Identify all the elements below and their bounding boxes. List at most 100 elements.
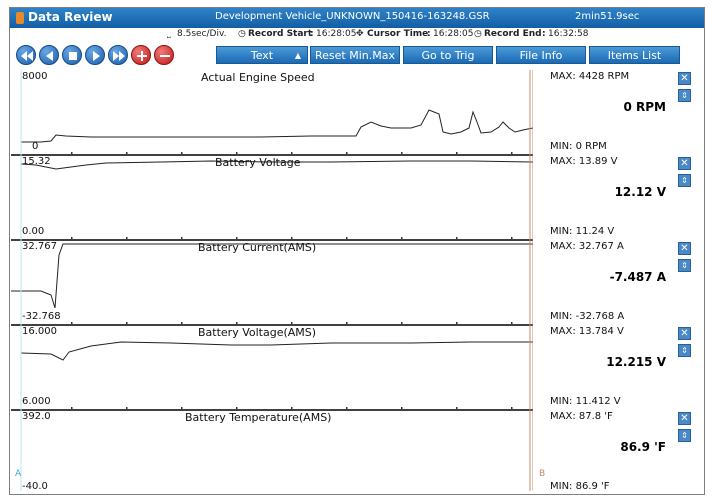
- stop-icon: [69, 52, 77, 60]
- close-panel-icon[interactable]: ✕: [678, 242, 691, 255]
- tick-mark: [346, 407, 348, 409]
- close-panel-icon[interactable]: ✕: [678, 412, 691, 425]
- tick-mark: [511, 237, 513, 239]
- axis-min-label: -32.768: [22, 311, 61, 322]
- tick-mark: [126, 407, 128, 409]
- reorder-panel-icon[interactable]: ⇕: [678, 89, 691, 102]
- close-panel-icon[interactable]: ✕: [678, 327, 691, 340]
- tick-mark: [236, 152, 238, 154]
- reorder-panel-icon[interactable]: ⇕: [678, 429, 691, 442]
- signal-plot-area[interactable]: [11, 70, 533, 491]
- clock-icon: ◷: [238, 29, 246, 39]
- double-right-icon: [113, 51, 125, 61]
- record-end-colon: :: [542, 29, 546, 39]
- tick-mark: [511, 407, 513, 409]
- tick-mark: [401, 407, 403, 409]
- go-to-trig-button[interactable]: Go to Trig: [403, 46, 493, 64]
- tick-mark: [181, 407, 183, 409]
- tick-mark: [71, 237, 73, 239]
- tick-mark: [511, 322, 513, 324]
- stat-current-value: 12.12 V: [614, 185, 666, 199]
- tick-mark: [126, 152, 128, 154]
- stat-min: MIN: 86.9 'F: [550, 481, 610, 492]
- items-list-button[interactable]: Items List: [589, 46, 680, 64]
- panel-title: Battery Temperature(AMS): [185, 411, 332, 424]
- step-back-button[interactable]: [39, 45, 59, 65]
- close-panel-icon[interactable]: ✕: [678, 72, 691, 85]
- stat-min: MIN: 11.24 V: [550, 226, 615, 237]
- time-div-icon: ⎵: [167, 29, 171, 39]
- zoom-in-button[interactable]: [131, 45, 151, 65]
- tick-mark: [181, 152, 183, 154]
- tick-mark: [456, 152, 458, 154]
- stop-button[interactable]: [62, 45, 82, 65]
- tick-mark: [401, 237, 403, 239]
- reorder-panel-icon[interactable]: ⇕: [678, 344, 691, 357]
- reorder-panel-icon[interactable]: ⇕: [678, 174, 691, 187]
- tick-mark: [291, 407, 293, 409]
- stat-min: MIN: -32.768 A: [550, 311, 625, 322]
- tick-mark: [346, 322, 348, 324]
- reset-minmax-button[interactable]: Reset Min.Max: [310, 46, 400, 64]
- record-end-label: Record End: [484, 29, 542, 39]
- tick-mark: [456, 322, 458, 324]
- battery-voltage-ams-trace: [20, 341, 533, 361]
- engine-speed-trace: [21, 109, 533, 143]
- file-info-button[interactable]: File Info: [496, 46, 586, 64]
- tick-mark: [291, 152, 293, 154]
- axis-max-label: 392.0: [22, 411, 51, 422]
- stat-min: MIN: 11.412 V: [550, 396, 621, 407]
- close-panel-icon[interactable]: ✕: [678, 157, 691, 170]
- stat-max: MAX: 13.89 V: [550, 156, 618, 167]
- record-start-value: 16:28:05: [316, 29, 357, 39]
- tick-mark: [456, 407, 458, 409]
- minus-icon: [160, 55, 170, 57]
- rewind-fast-button[interactable]: [16, 45, 36, 65]
- cursor-time-value: 16:28:05: [433, 29, 474, 39]
- tick-mark: [401, 322, 403, 324]
- reorder-panel-icon[interactable]: ⇕: [678, 259, 691, 272]
- data-review-window: Data Review Development Vehicle_UNKNOWN_…: [9, 7, 705, 495]
- updown-icon: ▲: [294, 51, 301, 60]
- time-div: 8.5sec/Div.: [177, 29, 227, 39]
- toolbar: Text ▲ Reset Min.Max Go to Trig File Inf…: [10, 43, 704, 69]
- tick-mark: [181, 322, 183, 324]
- axis-min-label: 0: [32, 141, 39, 152]
- file-title: Development Vehicle_UNKNOWN_150416-16324…: [215, 11, 490, 22]
- tick-mark: [291, 237, 293, 239]
- tick-mark: [236, 322, 238, 324]
- cursor-a-label: A: [15, 469, 22, 479]
- stat-max: MAX: 4428 RPM: [550, 71, 630, 82]
- tick-mark: [401, 152, 403, 154]
- tick-mark: [126, 237, 128, 239]
- tick-mark: [346, 237, 348, 239]
- stat-min: MIN: 0 RPM: [550, 141, 607, 152]
- axis-max-label: 32.767: [22, 241, 57, 252]
- axis-max-label: 8000: [22, 71, 48, 82]
- tick-mark: [456, 237, 458, 239]
- right-icon: [93, 51, 100, 61]
- panel-title: Actual Engine Speed: [201, 71, 315, 84]
- forward-fast-button[interactable]: [108, 45, 128, 65]
- text-mode-select[interactable]: Text ▲: [216, 46, 308, 64]
- stat-current-value: 0 RPM: [623, 100, 666, 114]
- stat-max: MAX: 87.8 'F: [550, 411, 613, 422]
- tick-mark: [126, 322, 128, 324]
- stat-current-value: 86.9 'F: [620, 440, 666, 454]
- stat-max: MAX: 13.784 V: [550, 326, 624, 337]
- tick-mark: [346, 152, 348, 154]
- time-ticks: [71, 152, 513, 409]
- text-mode-label: Text: [250, 49, 274, 62]
- tick-mark: [71, 407, 73, 409]
- clock-end-icon: ◷: [474, 29, 482, 39]
- axis-min-label: 0.00: [22, 226, 45, 237]
- tick-mark: [71, 322, 73, 324]
- tick-mark: [291, 322, 293, 324]
- axis-min-label: 6.000: [22, 396, 51, 407]
- panel-separators: [11, 154, 533, 411]
- stat-max: MAX: 32.767 A: [550, 241, 624, 252]
- panel-title: Battery Voltage: [215, 156, 301, 169]
- title-bar: Data Review Development Vehicle_UNKNOWN_…: [10, 8, 704, 28]
- zoom-out-button[interactable]: [154, 45, 174, 65]
- step-forward-button[interactable]: [85, 45, 105, 65]
